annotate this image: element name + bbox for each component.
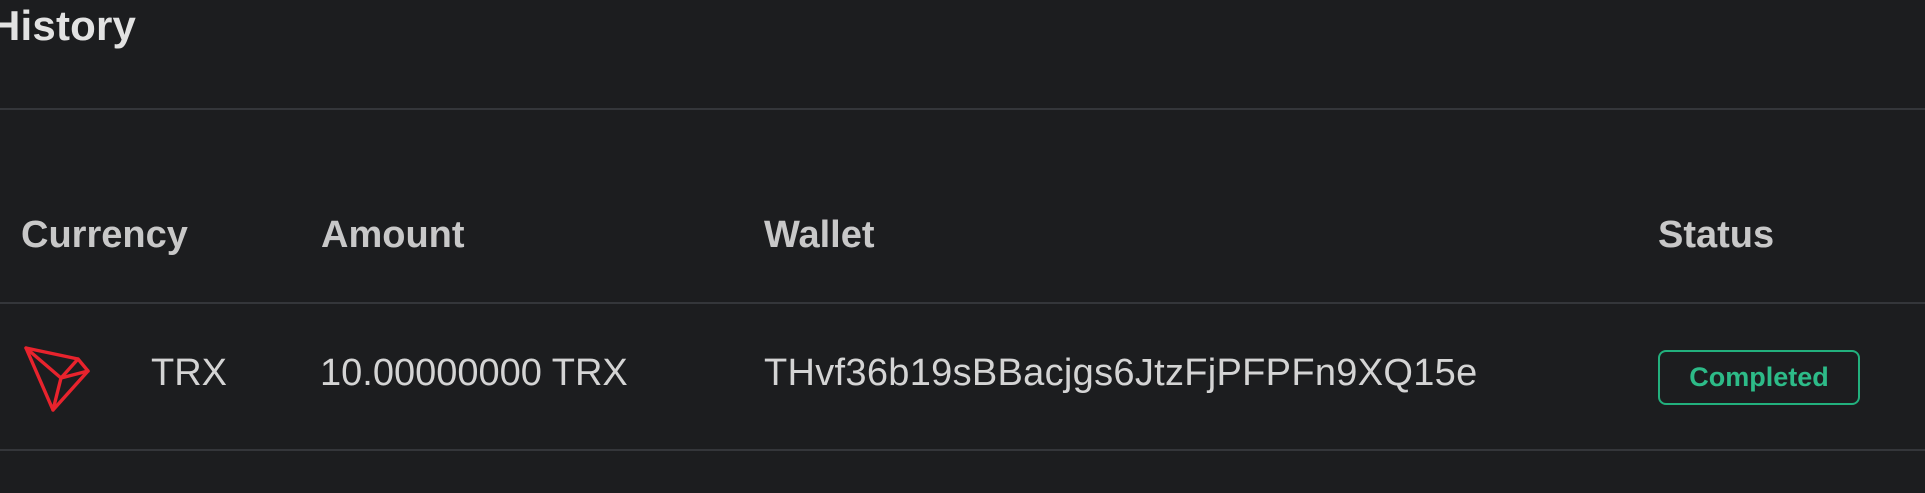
column-header-currency: Currency (21, 214, 188, 256)
title-divider (0, 108, 1925, 110)
status-badge: Completed (1658, 350, 1860, 405)
header-divider (0, 302, 1925, 304)
column-header-amount: Amount (321, 214, 465, 256)
history-panel: History Currency Amount Wallet Status TR… (0, 0, 1925, 493)
tron-icon (24, 346, 90, 412)
column-header-wallet: Wallet (764, 214, 875, 256)
amount-cell: 10.00000000 TRX (320, 352, 628, 394)
wallet-address-cell: THvf36b19sBBacjgs6JtzFjPFPFn9XQ15e (764, 352, 1478, 394)
page-title: History (0, 2, 137, 49)
currency-cell: TRX (151, 352, 227, 394)
column-header-status: Status (1658, 214, 1775, 256)
row-divider (0, 449, 1925, 451)
